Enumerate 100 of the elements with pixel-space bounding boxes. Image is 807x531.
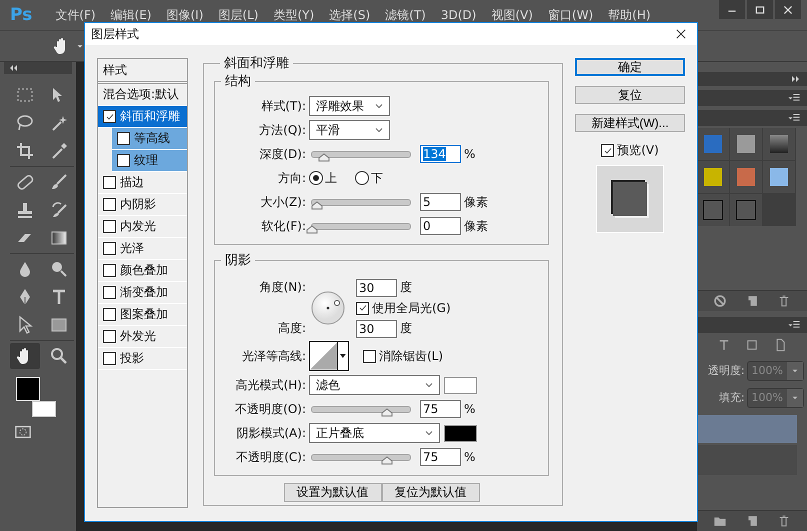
mode-dropdown[interactable]: 正片叠底 <box>309 423 440 443</box>
field-label: 不透明度(C): <box>235 448 307 466</box>
bandage-icon[interactable] <box>15 172 35 192</box>
effect-item[interactable]: 图案叠加 <box>98 304 187 326</box>
style-swatch[interactable] <box>704 135 722 153</box>
color-swatch[interactable] <box>444 376 477 394</box>
value-field[interactable]: 30 <box>356 320 397 338</box>
checkbox-label: 消除锯齿(L) <box>379 348 444 364</box>
effect-item[interactable]: 光泽 <box>98 238 187 260</box>
style-swatch[interactable] <box>770 168 788 186</box>
style-swatch[interactable] <box>736 200 756 220</box>
value-field[interactable]: 30 <box>356 278 397 296</box>
angle-dial[interactable] <box>311 291 345 325</box>
radio-button[interactable] <box>309 171 323 185</box>
checkbox[interactable] <box>103 330 116 343</box>
trash-icon[interactable] <box>777 514 791 528</box>
close-icon[interactable] <box>675 28 687 40</box>
slider-thumb[interactable] <box>306 224 318 234</box>
mode-dropdown[interactable]: 平滑 <box>309 120 390 140</box>
magnifier-icon[interactable] <box>49 259 69 279</box>
value-field[interactable]: 0 <box>420 217 461 235</box>
brush-icon[interactable] <box>49 172 69 192</box>
checkbox[interactable] <box>103 286 116 299</box>
checkbox[interactable] <box>103 110 116 123</box>
default-button[interactable]: 复位为默认值 <box>382 483 480 502</box>
color-swatch[interactable] <box>444 424 477 442</box>
style-swatch[interactable] <box>703 200 723 220</box>
checkbox[interactable] <box>103 352 116 365</box>
checkbox[interactable] <box>103 220 116 233</box>
effect-item[interactable]: 颜色叠加 <box>98 260 187 282</box>
maximize-icon[interactable] <box>754 4 766 16</box>
expand-icon[interactable] <box>791 74 801 84</box>
style-swatch[interactable] <box>737 168 755 186</box>
slider-thumb[interactable] <box>381 456 394 464</box>
mode-dropdown[interactable]: 滤色 <box>309 375 440 395</box>
menu-item[interactable]: 3D(D) <box>440 8 476 22</box>
value-field[interactable]: 5 <box>420 193 461 211</box>
effect-item[interactable]: 渐变叠加 <box>98 282 187 304</box>
effect-item[interactable]: 等高线 <box>112 128 187 150</box>
menu-item[interactable]: 图像(I) <box>166 6 204 24</box>
stamp-icon[interactable] <box>15 200 35 220</box>
checkbox[interactable] <box>103 198 116 211</box>
effect-item[interactable]: 斜面和浮雕 <box>98 106 187 128</box>
value-field[interactable]: 134 <box>420 145 461 163</box>
type-icon[interactable] <box>717 338 731 352</box>
menu-item[interactable]: 帮助(H) <box>608 6 651 24</box>
quick-mask-icon[interactable] <box>14 423 32 441</box>
checkbox[interactable] <box>103 176 116 189</box>
checkbox[interactable] <box>117 154 130 167</box>
crop-icon[interactable] <box>15 141 35 161</box>
dialog-button[interactable]: 确定 <box>575 58 685 76</box>
transform-icon[interactable] <box>745 338 759 352</box>
effect-item[interactable]: 外发光 <box>98 326 187 348</box>
no-entry-icon[interactable] <box>713 294 727 308</box>
menu-item[interactable]: 图层(L) <box>218 6 258 24</box>
dialog-button[interactable]: 复位 <box>575 86 685 104</box>
group-title: 阴影 <box>224 252 252 269</box>
effect-item[interactable]: 内阴影 <box>98 194 187 216</box>
radio-button[interactable] <box>355 171 369 185</box>
field-label: 方向: <box>276 170 307 186</box>
checkbox[interactable] <box>363 350 376 362</box>
checkbox[interactable] <box>117 132 130 145</box>
checkmark-icon <box>358 303 368 313</box>
checkbox[interactable] <box>356 302 369 314</box>
style-swatch[interactable] <box>737 135 755 153</box>
effect-item[interactable]: 内发光 <box>98 216 187 238</box>
style-swatch[interactable] <box>704 168 722 186</box>
menu-item[interactable]: 窗口(W) <box>548 6 594 24</box>
effect-item[interactable]: 纹理 <box>112 150 187 172</box>
zoom-icon[interactable] <box>49 346 69 366</box>
fill-label: 填充: <box>718 390 745 405</box>
menu-item[interactable]: 视图(V) <box>491 6 533 24</box>
checkbox[interactable] <box>103 264 116 277</box>
lasso-icon[interactable] <box>15 113 35 133</box>
value-field[interactable]: 75 <box>420 400 461 418</box>
menu-item[interactable]: 选择(S) <box>329 6 370 24</box>
slider-thumb[interactable] <box>381 408 394 416</box>
dialog-button[interactable]: 新建样式(W)... <box>575 114 685 132</box>
default-button[interactable]: 设置为默认值 <box>284 483 382 502</box>
slider-thumb[interactable] <box>318 152 330 162</box>
checkbox[interactable] <box>601 144 614 157</box>
checkbox[interactable] <box>103 242 116 255</box>
menu-item[interactable]: 类型(Y) <box>273 6 314 24</box>
value-field[interactable]: 75 <box>420 448 461 466</box>
group-title: 结构 <box>224 73 252 90</box>
menu-item[interactable]: 文件(F) <box>55 6 96 24</box>
effect-item[interactable]: 投影 <box>98 348 187 370</box>
dialog-title: 图层样式 <box>91 26 139 42</box>
contour-picker[interactable] <box>309 341 349 371</box>
trash-icon[interactable] <box>777 294 791 308</box>
menu-item[interactable]: 滤镜(T) <box>385 6 426 24</box>
slider-thumb[interactable] <box>310 200 323 210</box>
checkbox[interactable] <box>103 308 116 321</box>
background-color-swatch[interactable] <box>32 401 56 417</box>
style-swatch[interactable] <box>770 135 788 153</box>
foreground-color-swatch[interactable] <box>16 377 40 401</box>
effect-item[interactable]: 描边 <box>98 172 187 194</box>
mode-dropdown[interactable]: 浮雕效果 <box>309 96 390 116</box>
caret-icon[interactable] <box>337 342 348 370</box>
menu-item[interactable]: 编辑(E) <box>110 6 152 24</box>
